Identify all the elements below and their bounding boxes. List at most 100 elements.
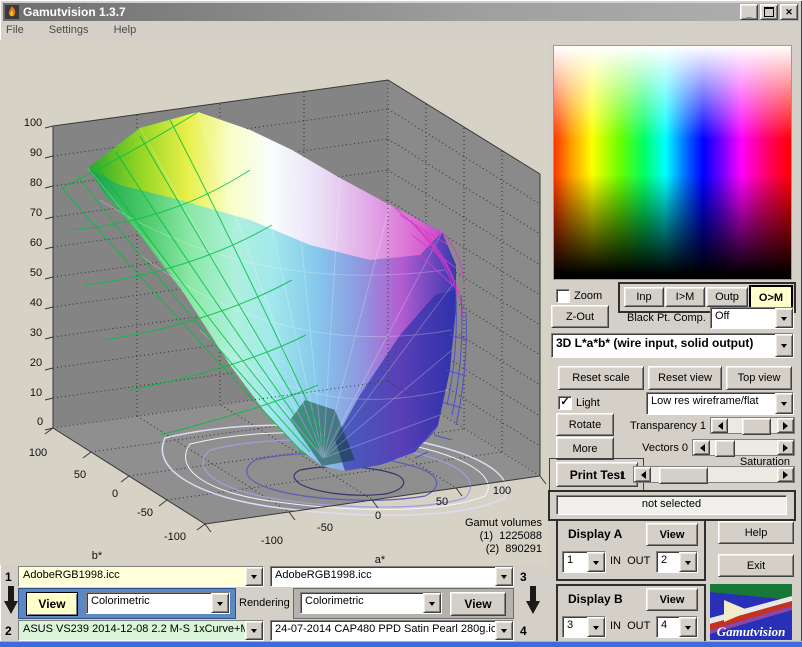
saturation-slider[interactable] [633, 466, 795, 483]
exit-button[interactable]: Exit [718, 554, 794, 577]
rendering-intent-right-select[interactable]: Colorimetric [300, 592, 442, 614]
view-display-b-button[interactable]: View [450, 592, 506, 616]
slider-thumb[interactable] [715, 440, 734, 457]
view-mode-select[interactable]: 3D L*a*b* (wire input, solid output) [551, 333, 794, 358]
reset-view-button[interactable]: Reset view [648, 366, 722, 390]
selection-display: not selected [556, 495, 787, 515]
l-tick: 20 [30, 357, 42, 369]
view-display-a-button[interactable]: View [26, 592, 78, 616]
b-tick: -100 [164, 531, 186, 543]
top-view-button[interactable]: Top view [726, 366, 792, 390]
slider-thumb[interactable] [742, 418, 771, 435]
transparency-label: Transparency 1 [613, 420, 706, 432]
inp-button[interactable]: Inp [624, 287, 664, 307]
display-a-out-select[interactable]: 2 [656, 551, 698, 573]
close-button[interactable]: ✕ [780, 4, 798, 20]
gamut-volumes: Gamut volumes (1) 1225088 (2) 890291 [400, 517, 542, 556]
display-b-inout-label: IN OUT [610, 620, 650, 632]
slider-right-arrow-icon[interactable] [777, 440, 794, 455]
slider-right-arrow-icon[interactable] [777, 418, 794, 433]
profile-1-select[interactable]: AdobeRGB1998.icc [18, 566, 264, 587]
dropdown-arrow-icon [211, 593, 229, 613]
zoom-checkbox[interactable] [556, 289, 570, 303]
transparency-slider[interactable] [710, 417, 795, 434]
b-tick: 50 [74, 469, 86, 481]
rotate-button[interactable]: Rotate [556, 413, 614, 436]
slot3-number: 3 [520, 570, 527, 584]
display-a-inout-label: IN OUT [610, 555, 650, 567]
dropdown-arrow-icon [775, 334, 793, 357]
b-tick: -50 [137, 507, 153, 519]
slot4-number: 4 [520, 624, 527, 638]
more-button[interactable]: More [556, 437, 614, 460]
rendering-label: Rendering [239, 597, 290, 609]
profile-4-select[interactable]: 24-07-2014 CAP480 PPD Satin Pearl 280g.i… [270, 620, 514, 641]
display-a-view-button[interactable]: View [646, 523, 698, 546]
a-tick: 100 [493, 485, 511, 497]
dropdown-arrow-icon [245, 621, 263, 640]
reset-scale-button[interactable]: Reset scale [558, 366, 644, 390]
b-tick: 0 [112, 488, 118, 500]
bottom-edge-strip [0, 641, 802, 647]
flow-down-arrow-right-icon [526, 586, 540, 618]
profile-2-select[interactable]: ASUS VS239 2014-12-08 2.2 M-S 1xCurve+MT… [18, 620, 264, 641]
l-tick: 60 [30, 237, 42, 249]
slider-left-arrow-icon[interactable] [711, 418, 728, 433]
b-tick: 100 [29, 447, 47, 459]
display-b-out-select[interactable]: 4 [656, 616, 698, 638]
profile-3-select[interactable]: AdobeRGB1998.icc [270, 566, 514, 587]
display-a-in-select[interactable]: 1 [562, 551, 606, 573]
l-tick: 30 [30, 327, 42, 339]
maximize-button[interactable] [760, 4, 778, 20]
slider-left-arrow-icon[interactable] [693, 440, 710, 455]
gamut-volumes-title: Gamut volumes [400, 517, 542, 530]
menu-file[interactable]: File [6, 24, 24, 36]
dropdown-arrow-icon [245, 567, 263, 586]
black-pt-comp-select[interactable]: Off [710, 307, 794, 329]
l-tick: 90 [30, 147, 42, 159]
light-checkbox[interactable]: ✓ [558, 396, 572, 410]
a-tick: 0 [375, 510, 381, 522]
saturation-value: 1 [620, 470, 626, 482]
display-b-view-button[interactable]: View [646, 588, 698, 611]
vectors-label: Vectors 0 [610, 442, 688, 454]
menu-help[interactable]: Help [114, 24, 137, 36]
gamut-3d-plot[interactable] [0, 40, 548, 565]
title-bar[interactable]: Gamutvision 1.3.7 _ ✕ [3, 3, 799, 21]
slider-right-arrow-icon[interactable] [777, 467, 794, 482]
gamut-volume-1: (1) 1225088 [400, 530, 542, 543]
l-tick: 100 [24, 117, 42, 129]
dropdown-arrow-icon [587, 617, 605, 637]
wireframe-mode-select[interactable]: Low res wireframe/flat [646, 392, 794, 415]
a-tick: -100 [261, 535, 283, 547]
gamutvision-window: Gamutvision 1.3.7 _ ✕ File Settings Help [0, 0, 802, 647]
dropdown-arrow-icon [679, 552, 697, 572]
display-b-title: Display B [568, 592, 623, 606]
dropdown-arrow-icon [775, 393, 793, 414]
i-to-m-button[interactable]: I>M [665, 287, 705, 307]
gamut-volume-2: (2) 890291 [400, 543, 542, 556]
display-a-title: Display A [568, 527, 622, 541]
help-button[interactable]: Help [718, 521, 794, 544]
app-icon [5, 5, 19, 19]
minimize-button[interactable]: _ [740, 4, 758, 20]
rendering-intent-left-select[interactable]: Colorimetric [86, 592, 230, 614]
z-out-button[interactable]: Z-Out [551, 305, 609, 328]
dropdown-arrow-icon [495, 567, 513, 586]
gamutvision-logo: Gamutvision [710, 584, 792, 640]
dropdown-arrow-icon [423, 593, 441, 613]
dropdown-arrow-icon [495, 621, 513, 640]
vectors-slider[interactable] [692, 439, 795, 456]
display-b-in-select[interactable]: 3 [562, 616, 606, 638]
a-tick: 50 [436, 496, 448, 508]
b-axis-label: b* [92, 550, 102, 562]
dropdown-arrow-icon [775, 308, 793, 328]
outp-button[interactable]: Outp [706, 287, 748, 307]
slot2-number: 2 [5, 624, 12, 638]
menu-settings[interactable]: Settings [49, 24, 89, 36]
slider-thumb[interactable] [659, 467, 709, 484]
color-gradient-panel[interactable] [553, 45, 792, 280]
slider-left-arrow-icon[interactable] [634, 467, 651, 482]
l-tick: 80 [30, 177, 42, 189]
black-pt-comp-label: Black Pt. Comp. [627, 312, 706, 324]
